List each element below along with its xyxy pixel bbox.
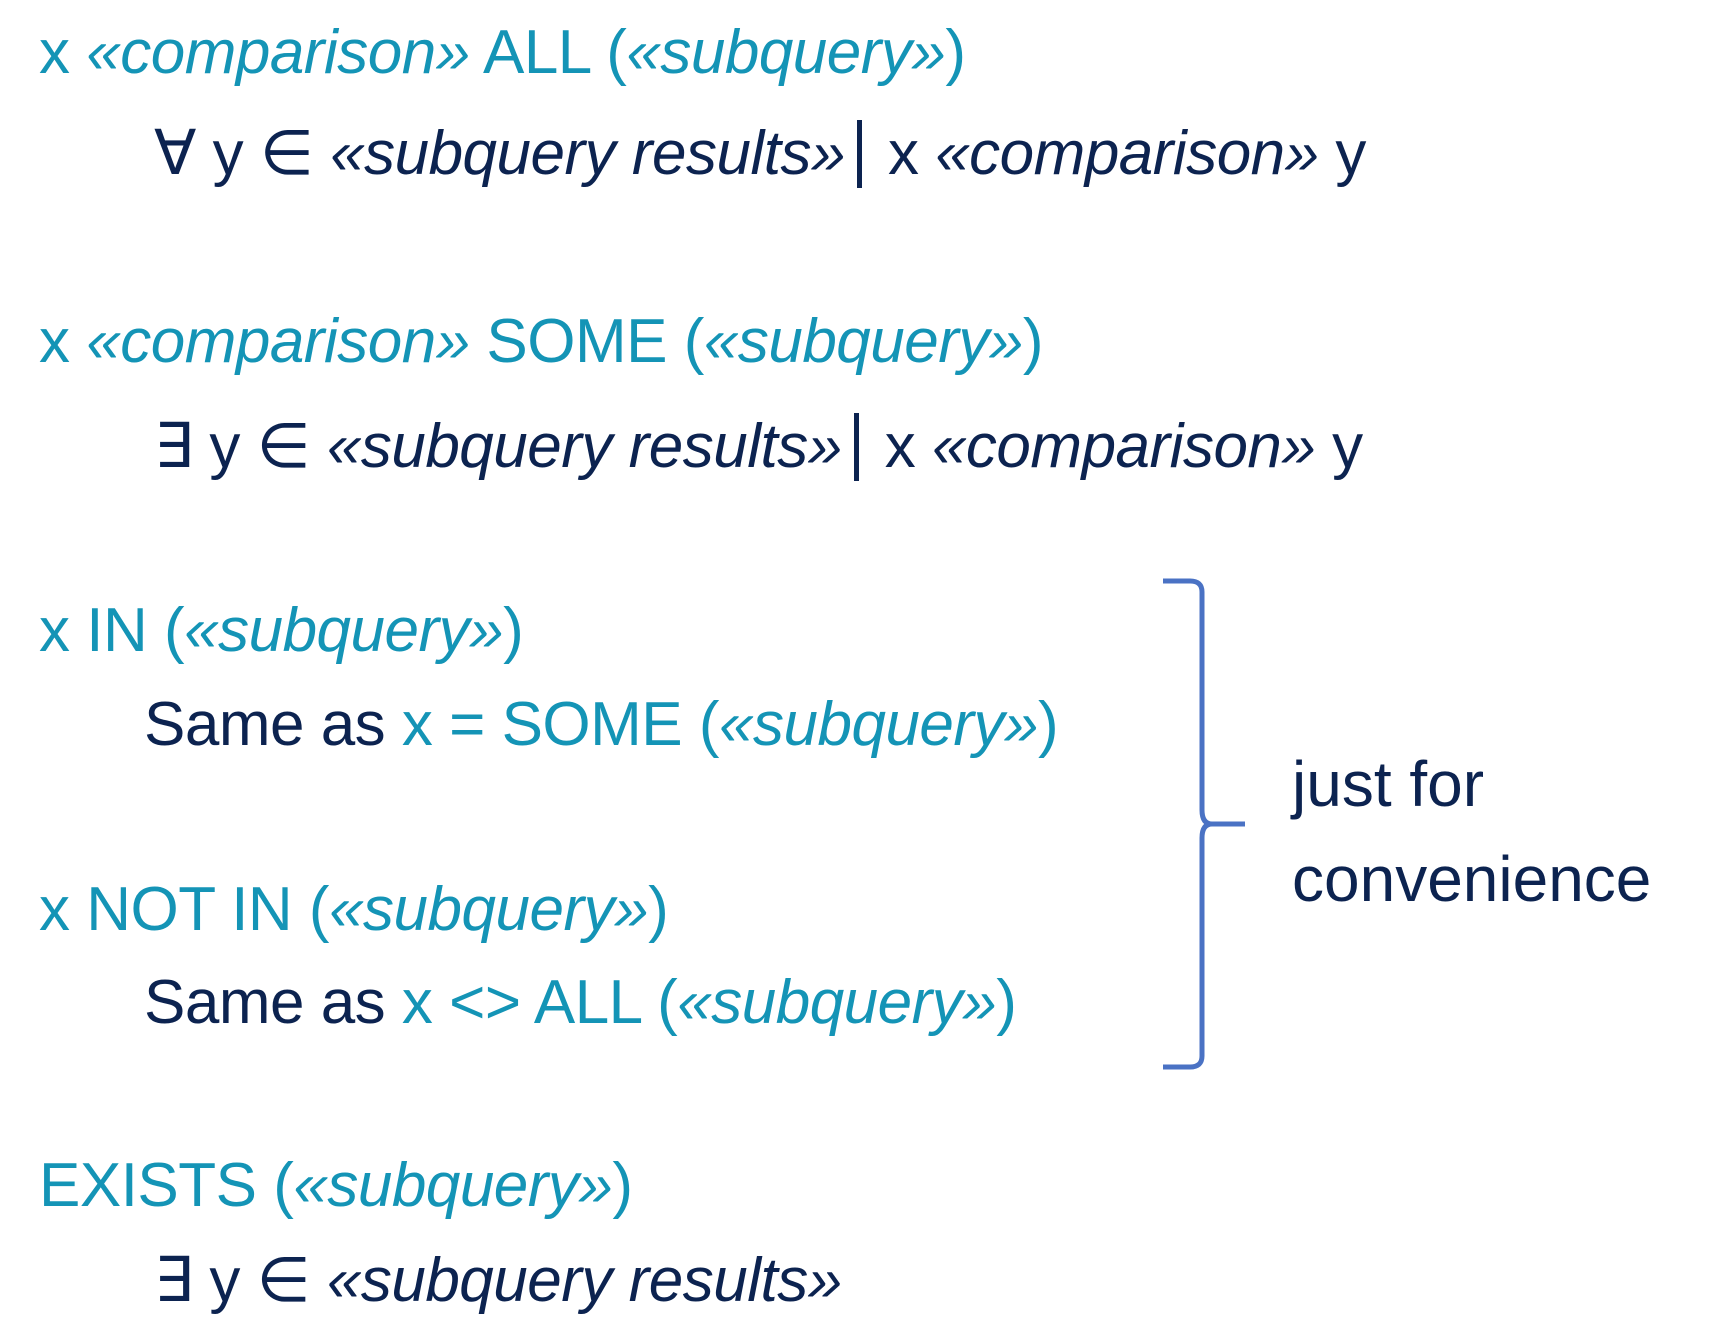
annotation-line-2: convenience [1292, 843, 1652, 915]
exists-syntax: EXISTS («subquery») [39, 1155, 633, 1217]
close-paren: ) [996, 968, 1017, 1037]
var-x: x [39, 307, 87, 376]
keyword-exists: EXISTS ( [39, 1151, 294, 1220]
subquery-results-placeholder: «subquery results» [330, 119, 845, 188]
such-that-bar [853, 413, 859, 481]
close-paren: ) [1038, 690, 1059, 759]
subquery-placeholder: «subquery» [626, 18, 946, 87]
var-y: y [1318, 119, 1366, 188]
subquery-placeholder: «subquery» [293, 1151, 613, 1220]
exists-expression: ∃ y ∈ [154, 412, 327, 481]
keyword-not-in: x NOT IN ( [39, 875, 330, 944]
forall-expression: ∀ y ∈ [154, 119, 331, 188]
some-syntax: x «comparison» SOME («subquery») [39, 311, 1044, 373]
same-as-label: Same as [144, 690, 402, 759]
right-brace-icon [1163, 578, 1245, 1070]
in-syntax: x IN («subquery») [39, 600, 524, 662]
equivalent-expression: x <> ALL ( [401, 968, 678, 1037]
subquery-placeholder: «subquery» [703, 307, 1024, 376]
keyword-in: x IN ( [39, 596, 185, 665]
all-syntax: x «comparison» ALL («subquery») [39, 22, 966, 84]
var-x: x [884, 412, 932, 481]
annotation-line-1: just for [1292, 748, 1485, 820]
var-x: x [39, 18, 87, 87]
such-that-bar [856, 120, 862, 188]
exists-expression: ∃ y ∈ [154, 1246, 327, 1315]
close-paren: ) [1022, 307, 1044, 376]
subquery-placeholder: «subquery» [677, 968, 997, 1037]
close-paren: ) [945, 18, 966, 87]
comparison-placeholder: «comparison» [86, 18, 470, 87]
comparison-placeholder: «comparison» [931, 412, 1316, 481]
keyword-some: SOME ( [469, 307, 704, 376]
not-in-syntax: x NOT IN («subquery») [39, 879, 669, 941]
keyword-all: ALL ( [469, 18, 627, 87]
subquery-results-placeholder: «subquery results» [326, 412, 842, 481]
subquery-placeholder: «subquery» [184, 596, 504, 665]
some-meaning: ∃ y ∈ «subquery results» x «comparison» y [154, 413, 1363, 481]
subquery-results-placeholder: «subquery results» [326, 1246, 842, 1315]
close-paren: ) [648, 875, 669, 944]
same-as-label: Same as [144, 968, 402, 1037]
subquery-placeholder: «subquery» [329, 875, 649, 944]
not-in-meaning: Same as x <> ALL («subquery») [144, 972, 1017, 1034]
comparison-placeholder: «comparison» [935, 119, 1319, 188]
comparison-placeholder: «comparison» [86, 307, 470, 376]
subquery-placeholder: «subquery» [719, 690, 1039, 759]
close-paren: ) [612, 1151, 633, 1220]
var-y: y [1315, 412, 1363, 481]
in-meaning: Same as x = SOME («subquery») [144, 694, 1059, 756]
equivalent-expression: x = SOME ( [401, 690, 720, 759]
close-paren: ) [503, 596, 524, 665]
var-x: x [887, 119, 936, 188]
all-meaning: ∀ y ∈ «subquery results» x «comparison» y [154, 120, 1366, 188]
exists-meaning: ∃ y ∈ «subquery results» [154, 1250, 842, 1312]
